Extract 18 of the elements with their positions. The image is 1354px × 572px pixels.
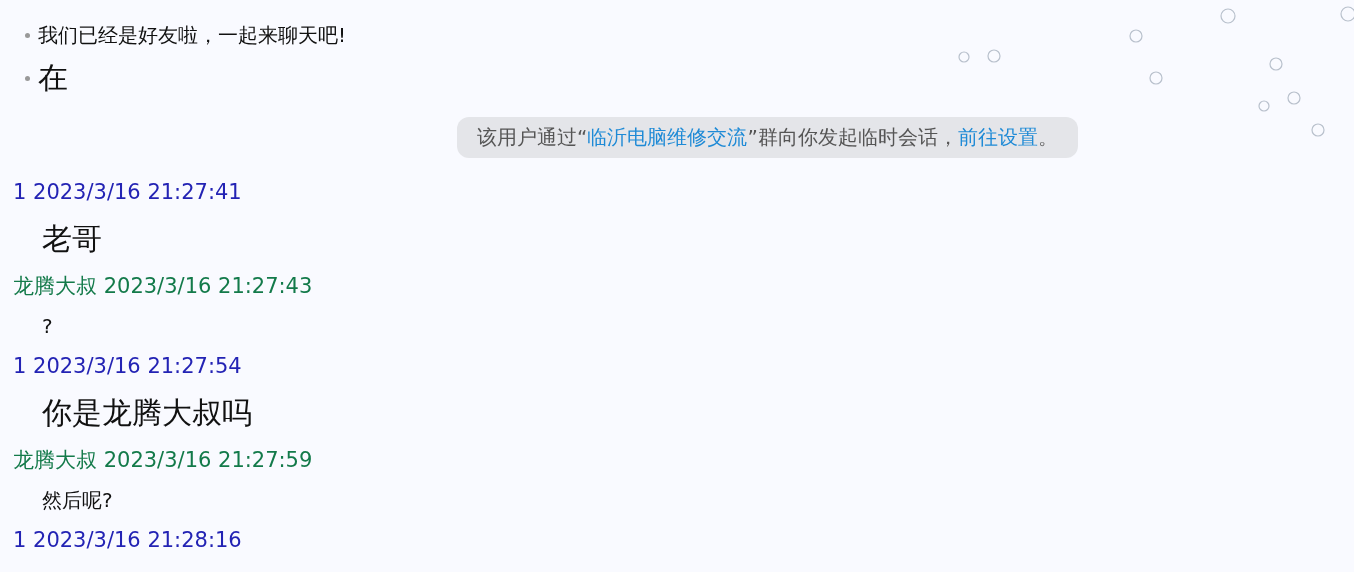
chat-message: 我们已经是好友啦，一起来聊天吧! xyxy=(38,22,347,49)
chat-message: 在 xyxy=(38,59,68,97)
chat-message: ? xyxy=(41,313,54,340)
message-header: 龙腾大叔 2023/3/16 21:27:59 xyxy=(12,447,314,474)
settings-link[interactable]: 前往设置 xyxy=(957,125,1038,149)
message-header: 龙腾大叔 2023/3/16 21:27:43 xyxy=(12,273,314,300)
message-header: 1 2023/3/16 21:28:16 xyxy=(12,527,243,554)
chat-message: 你是龙腾大叔吗 xyxy=(41,394,253,432)
chat-message: 然后呢? xyxy=(41,487,114,514)
bullet-icon xyxy=(25,32,30,38)
notice-period: 。 xyxy=(1037,125,1058,149)
notice-text: ”群向你发起临时会话， xyxy=(747,125,958,149)
notice-text: 该用户通过“ xyxy=(477,125,588,149)
message-header: 1 2023/3/16 21:27:54 xyxy=(12,353,243,380)
bullet-icon xyxy=(25,75,30,81)
message-header: 1 2023/3/16 21:27:41 xyxy=(12,179,243,206)
group-name-link[interactable]: 临沂电脑维修交流 xyxy=(587,125,748,149)
chat-message: 老哥 xyxy=(41,220,103,258)
